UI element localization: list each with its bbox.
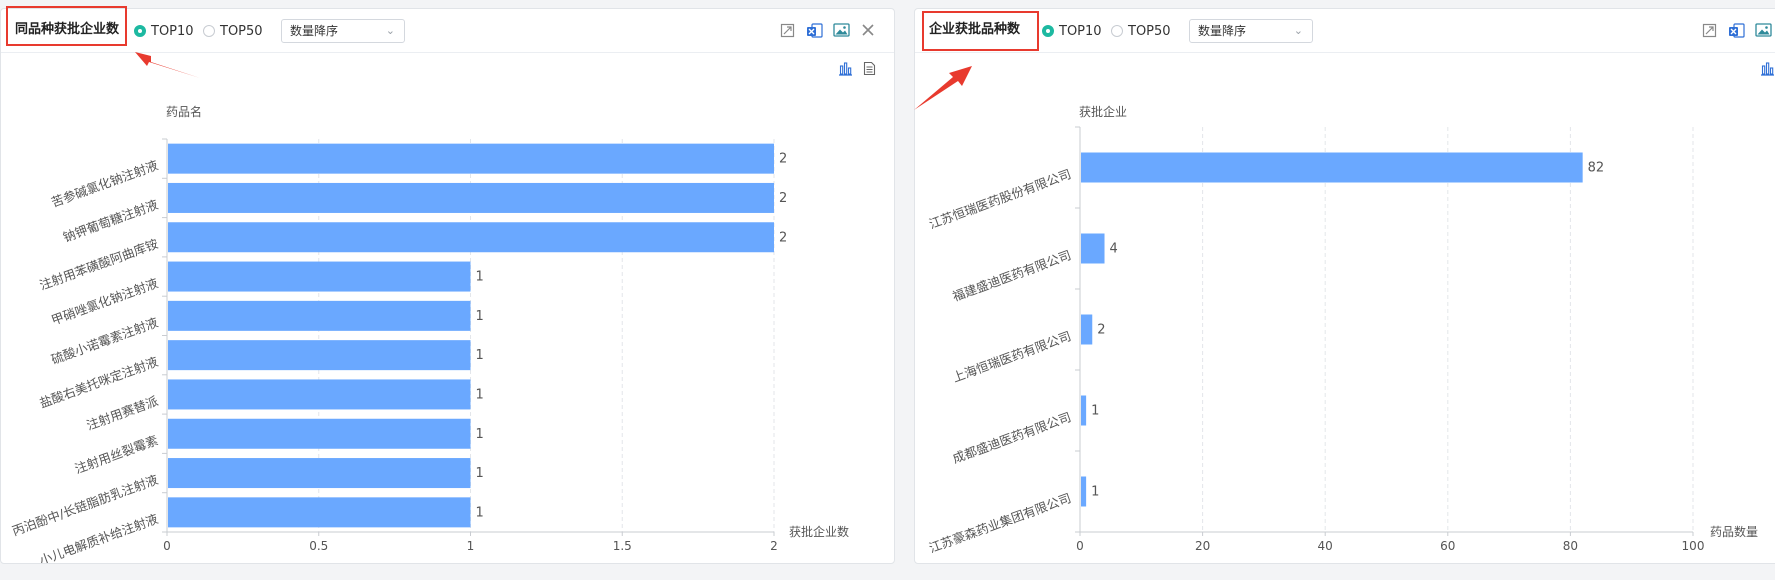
- x-tick-label: 20: [1195, 539, 1210, 553]
- category-label: 江苏豪森药业集团有限公司: [927, 490, 1073, 555]
- bar: [1081, 476, 1087, 507]
- bar: [168, 340, 471, 371]
- data-label: 1: [476, 348, 484, 363]
- category-label: 注射用赛替派: [84, 393, 160, 433]
- data-label: 1: [1091, 485, 1099, 500]
- category-label: 钠钾葡萄糖注射液: [61, 197, 161, 245]
- data-label: 2: [779, 191, 787, 206]
- bar: [168, 458, 471, 489]
- x-tick-label: 60: [1440, 539, 1455, 553]
- bar: [168, 182, 774, 213]
- bar: [168, 379, 471, 410]
- category-label: 上海恒瑞医药有限公司: [950, 328, 1073, 385]
- data-label: 2: [779, 152, 787, 167]
- data-label: 1: [476, 270, 484, 285]
- bar: [1081, 314, 1093, 345]
- x-tick-label: 1.5: [613, 539, 632, 553]
- x-axis-title: 药品数量: [1710, 524, 1758, 539]
- category-label: 注射用丝裂霉素: [73, 432, 160, 476]
- x-tick-label: 100: [1682, 539, 1705, 553]
- highlight-box-left: [6, 6, 127, 46]
- category-label: 福建盛迪医药有限公司: [950, 247, 1073, 304]
- y-axis-title: 获批企业: [1079, 104, 1127, 119]
- data-label: 82: [1588, 161, 1605, 176]
- bar: [1081, 233, 1105, 264]
- category-label: 江苏恒瑞医药股份有限公司: [927, 166, 1073, 231]
- bar: [1081, 152, 1583, 183]
- x-tick-label: 1: [467, 539, 475, 553]
- x-tick-label: 0: [163, 539, 171, 553]
- bar: [1081, 395, 1087, 426]
- panel-company-varieties: 企业获批品种数 TOP10 TOP50 数量降序 ⌄ 82 江苏恒瑞医药股份有限…: [914, 8, 1775, 564]
- bar: [168, 497, 471, 528]
- x-axis-title: 获批企业数: [789, 524, 849, 539]
- data-label: 1: [476, 466, 484, 481]
- bar: [168, 143, 774, 174]
- chart-same-variety: 2苦参碱氯化钠注射液 2钠钾葡萄糖注射液 2注射用苯磺酸阿曲库铵 1甲硝唑氯化钠注射液…: [10, 104, 849, 563]
- bar: [168, 418, 471, 449]
- data-label: 2: [779, 230, 787, 245]
- bar: [168, 300, 471, 331]
- bar: [168, 261, 471, 292]
- x-tick-label: 0.5: [309, 539, 328, 553]
- highlight-box-right: [922, 11, 1039, 51]
- data-label: 1: [476, 505, 484, 520]
- x-tick-label: 80: [1563, 539, 1578, 553]
- data-label: 1: [476, 387, 484, 402]
- data-label: 1: [1091, 404, 1099, 419]
- data-label: 1: [476, 309, 484, 324]
- y-axis-title: 药品名: [166, 104, 202, 119]
- chart-company-varieties: 82 江苏恒瑞医药股份有限公司 4 福建盛迪医药有限公司 2 上海恒瑞医药有限公司 1 成都盛…: [927, 104, 1758, 556]
- bar: [168, 222, 774, 253]
- panel-same-variety-companies: 同品种获批企业数 TOP10 TOP50 数量降序 ⌄ 2 苦参碱氯化钠注射液 …: [0, 8, 895, 564]
- x-tick-label: 2: [770, 539, 778, 553]
- x-tick-label: 40: [1318, 539, 1333, 553]
- data-label: 2: [1097, 323, 1105, 338]
- data-label: 1: [476, 427, 484, 442]
- category-label: 成都盛迪医药有限公司: [950, 409, 1073, 466]
- x-tick-label: 0: [1076, 539, 1084, 553]
- data-label: 4: [1110, 242, 1118, 257]
